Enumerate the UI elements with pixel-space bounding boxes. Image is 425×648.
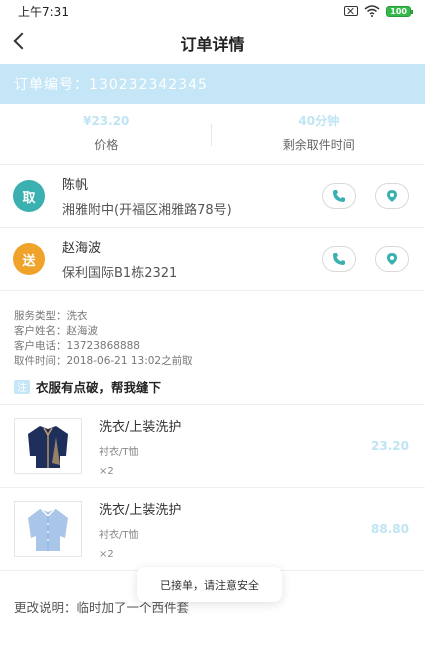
toast-message: 已接单，请注意安全 bbox=[137, 567, 282, 602]
customer-name: 客户姓名：赵海波 bbox=[14, 325, 98, 337]
item-quantity: ×2 bbox=[99, 465, 114, 477]
delivery-address: 保利国际B1栋2321 bbox=[62, 266, 178, 281]
item-name: 洗衣/上装洗护 bbox=[99, 502, 182, 518]
phone-icon bbox=[333, 253, 345, 265]
item-price: 88.80 bbox=[371, 522, 409, 536]
order-stats: ¥23.20 价格 40分钟 剩余取件时间 bbox=[0, 110, 425, 156]
pickup-badge: 取 bbox=[13, 180, 45, 212]
service-type: 服务类型：洗衣 bbox=[14, 310, 88, 322]
phone-icon bbox=[333, 190, 345, 202]
pickup-time: 取件时间：2018-06-21 13:02之前取 bbox=[14, 355, 193, 367]
service-info: 服务类型：洗衣 客户姓名：赵海波 客户电话：13723868888 取件时间：2… bbox=[0, 291, 425, 369]
nav-bar: 订单详情 bbox=[0, 22, 425, 64]
remaining-time-stat: 40分钟 剩余取件时间 bbox=[213, 114, 425, 153]
pickup-name: 陈帆 bbox=[62, 178, 89, 193]
customer-phone: 客户电话：13723868888 bbox=[14, 340, 140, 352]
battery-icon: 100 bbox=[386, 5, 413, 17]
delivery-info: 赵海波 保利国际B1栋2321 bbox=[62, 237, 303, 281]
delivery-call-button[interactable] bbox=[322, 246, 356, 272]
delivery-contact: 送 赵海波 保利国际B1栋2321 bbox=[0, 228, 425, 290]
note-text: 衣服有点破，帮我缝下 bbox=[36, 380, 162, 395]
item-price: 23.20 bbox=[371, 439, 409, 453]
jacket-icon bbox=[28, 426, 68, 468]
section-divider bbox=[0, 156, 425, 164]
item-category: 衬衣/T恤 bbox=[99, 529, 139, 541]
note-tag: 注 bbox=[14, 379, 30, 394]
price-stat: ¥23.20 价格 bbox=[0, 114, 213, 153]
item-category: 衬衣/T恤 bbox=[99, 446, 139, 458]
light-blue-shirt-image bbox=[14, 501, 82, 557]
status-bar: 上午7:31 100 bbox=[0, 0, 425, 22]
pickup-contact: 取 陈帆 湘雅附中(开福区湘雅路78号) bbox=[0, 165, 425, 227]
location-pin-icon bbox=[387, 190, 397, 202]
order-item: 洗衣/上装洗护 衬衣/T恤 ×2 88.80 bbox=[0, 488, 425, 570]
stat-divider bbox=[211, 124, 212, 146]
order-number-banner: 订单编号：130232342345 bbox=[0, 64, 425, 104]
order-item: 洗衣/上装洗护 衬衣/T恤 ×2 23.20 bbox=[0, 405, 425, 487]
item-info: 洗衣/上装洗护 衬衣/T恤 ×2 bbox=[99, 499, 371, 560]
remaining-time-value: 40分钟 bbox=[298, 113, 340, 128]
pickup-call-button[interactable] bbox=[322, 183, 356, 209]
price-label: 价格 bbox=[94, 137, 119, 152]
pickup-location-button[interactable] bbox=[375, 183, 409, 209]
price-value: ¥23.20 bbox=[83, 113, 130, 128]
wifi-icon bbox=[364, 5, 380, 17]
no-sim-icon bbox=[344, 6, 359, 16]
delivery-location-button[interactable] bbox=[375, 246, 409, 272]
remaining-time-label: 剩余取件时间 bbox=[282, 137, 355, 152]
status-time: 上午7:31 bbox=[18, 4, 69, 19]
item-quantity: ×2 bbox=[99, 548, 114, 560]
item-name: 洗衣/上装洗护 bbox=[99, 419, 182, 435]
pickup-info: 陈帆 湘雅附中(开福区湘雅路78号) bbox=[62, 174, 303, 218]
navy-jacket-image bbox=[14, 418, 82, 474]
shirt-icon bbox=[28, 509, 68, 551]
delivery-name: 赵海波 bbox=[62, 241, 102, 256]
item-info: 洗衣/上装洗护 衬衣/T恤 ×2 bbox=[99, 416, 371, 477]
page-title: 订单详情 bbox=[180, 35, 245, 54]
location-pin-icon bbox=[387, 253, 397, 265]
back-arrow-icon[interactable] bbox=[13, 32, 31, 50]
order-number: 订单编号：130232342345 bbox=[14, 77, 208, 93]
customer-note: 注 衣服有点破，帮我缝下 bbox=[0, 369, 425, 404]
status-icons: 100 bbox=[344, 5, 413, 17]
pickup-address: 湘雅附中(开福区湘雅路78号) bbox=[62, 203, 232, 218]
delivery-badge: 送 bbox=[13, 243, 45, 275]
